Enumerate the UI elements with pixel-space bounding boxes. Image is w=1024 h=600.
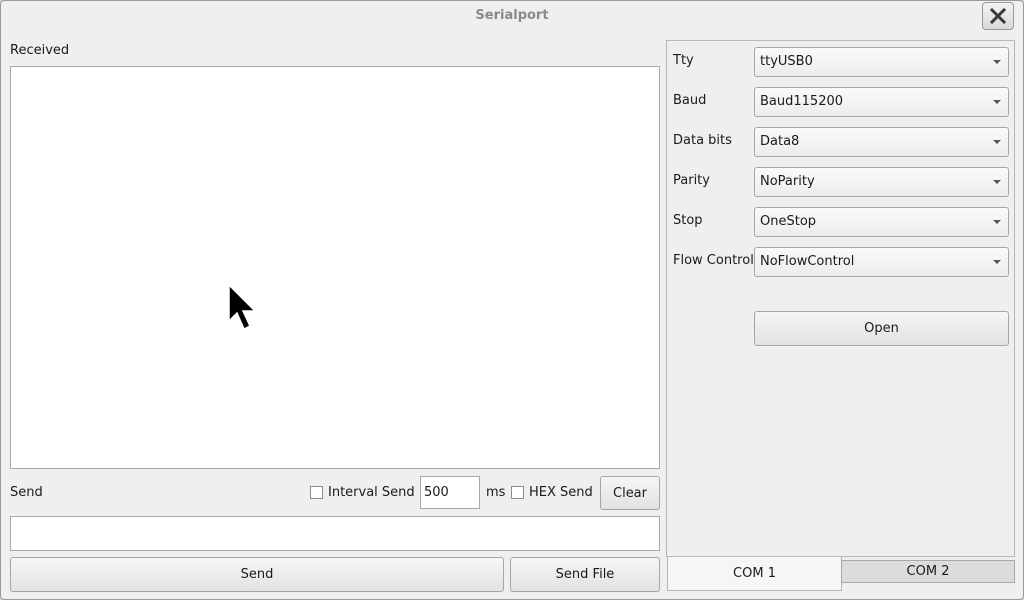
close-button[interactable] [982,2,1014,30]
chevron-down-icon [993,100,1001,104]
chevron-down-icon [993,260,1001,264]
open-button[interactable]: Open [754,311,1009,346]
flow-control-combo[interactable]: NoFlowControl [754,247,1009,277]
received-text-area[interactable] [10,66,660,469]
mouse-cursor-icon [228,283,257,331]
window-title: Serialport [475,8,549,23]
chevron-down-icon [993,60,1001,64]
hex-send-checkbox[interactable] [511,486,524,499]
chevron-down-icon [993,220,1001,224]
tty-label: Tty [673,53,694,68]
serialport-window: Serialport Received Send Interval Send 5… [0,0,1024,600]
settings-panel [666,40,1015,557]
stop-value: OneStop [760,214,817,229]
tab-com-2[interactable]: COM 2 [841,560,1015,583]
data-bits-combo[interactable]: Data8 [754,127,1009,157]
send-input[interactable] [10,516,660,551]
tab-com-1-label: COM 1 [733,566,776,581]
send-button[interactable]: Send [10,557,504,592]
close-x-icon [989,7,1007,25]
baud-label: Baud [673,93,707,108]
clear-button[interactable]: Clear [600,476,660,510]
stop-combo[interactable]: OneStop [754,207,1009,237]
tty-combo[interactable]: ttyUSB0 [754,47,1009,77]
tty-value: ttyUSB0 [760,54,813,69]
send-file-button[interactable]: Send File [510,557,660,592]
baud-value: Baud115200 [760,94,844,109]
data-bits-label: Data bits [673,133,732,148]
chevron-down-icon [993,180,1001,184]
chevron-down-icon [993,140,1001,144]
flow-control-label: Flow Control [673,253,754,268]
parity-value: NoParity [760,174,815,189]
parity-label: Parity [673,173,710,188]
tab-com-1[interactable]: COM 1 [667,557,842,591]
parity-combo[interactable]: NoParity [754,167,1009,197]
data-bits-value: Data8 [760,134,800,149]
received-label: Received [10,43,70,58]
flow-control-value: NoFlowControl [760,254,855,269]
baud-combo[interactable]: Baud115200 [754,87,1009,117]
interval-send-checkbox[interactable] [310,486,323,499]
send-label: Send [10,485,43,500]
tab-com-2-label: COM 2 [906,564,950,579]
interval-ms-input[interactable]: 500 [420,476,480,509]
stop-label: Stop [673,213,703,228]
hex-send-label: HEX Send [529,485,593,500]
interval-unit-label: ms [486,485,506,500]
interval-send-label: Interval Send [328,485,415,500]
